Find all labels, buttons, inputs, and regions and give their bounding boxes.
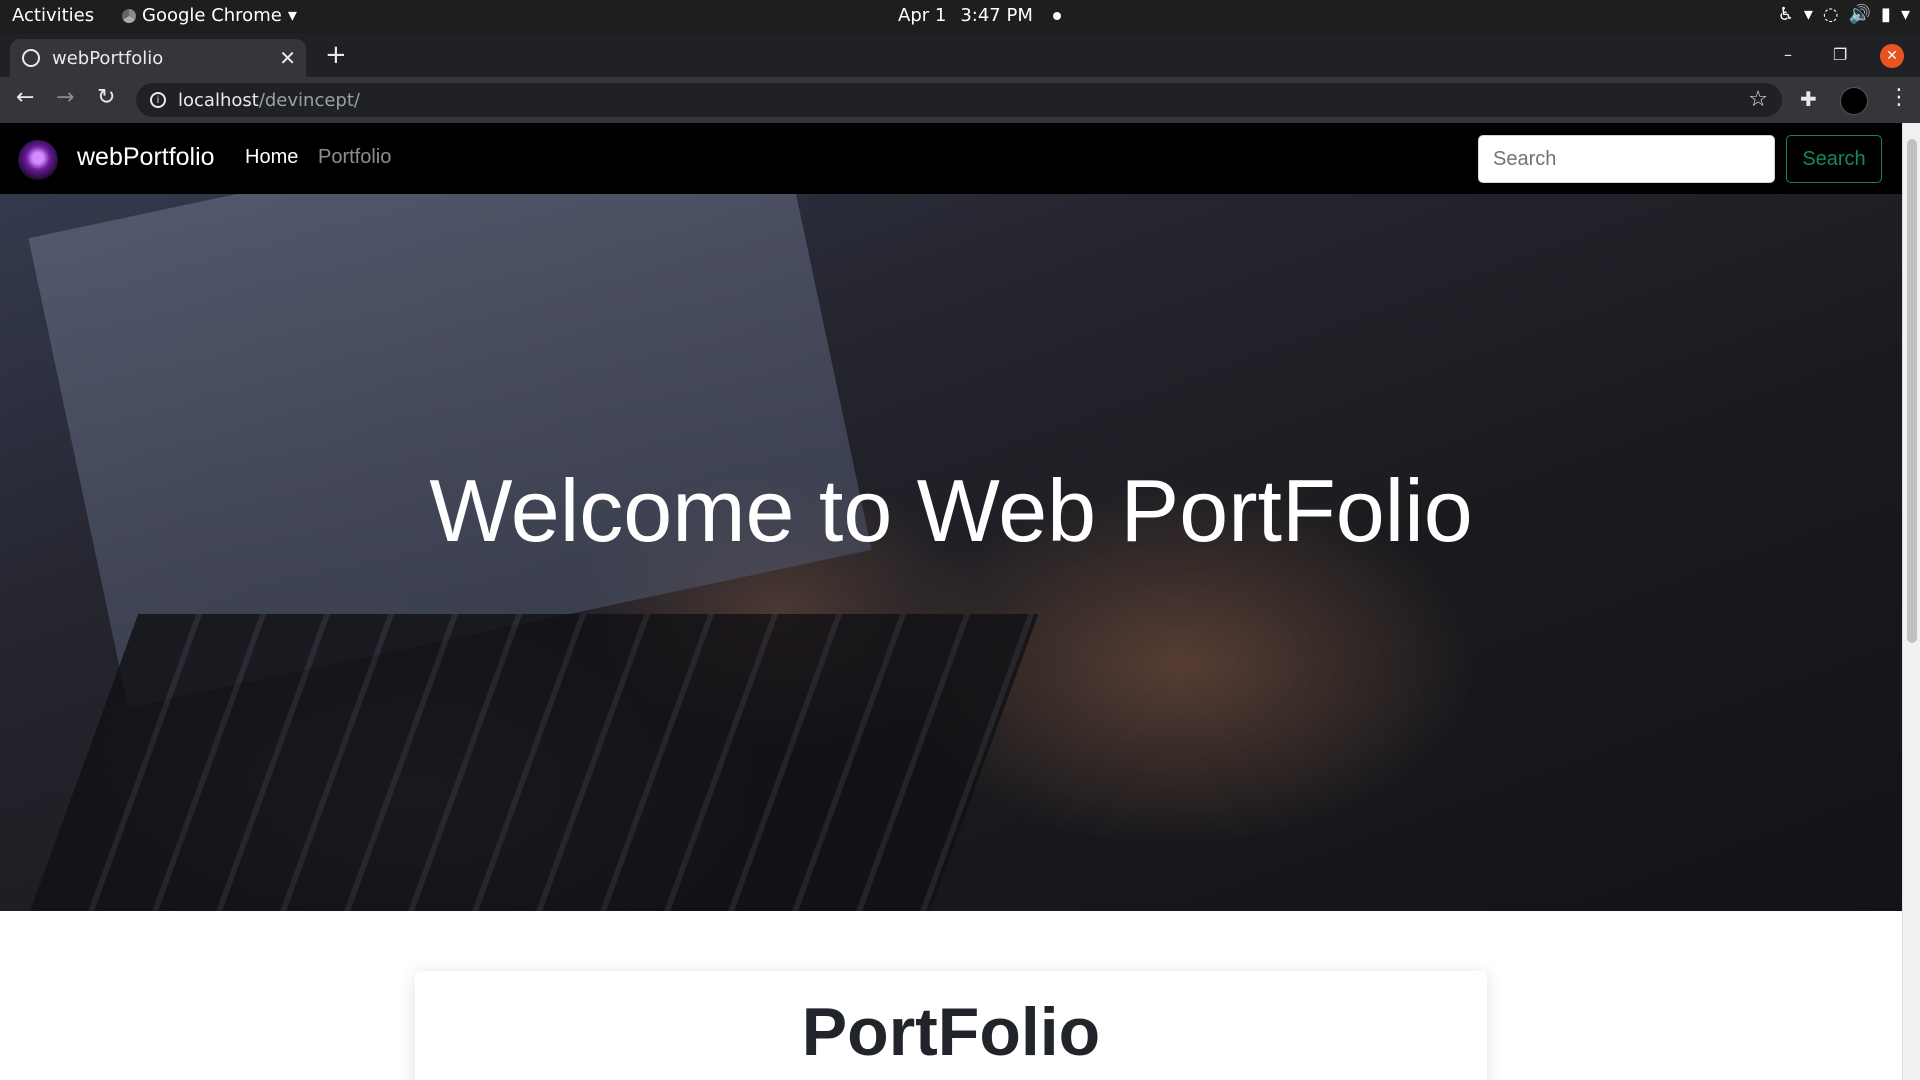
new-tab-button[interactable]: + bbox=[325, 40, 347, 70]
volume-icon: 🔊 bbox=[1848, 4, 1872, 25]
kebab-menu-icon[interactable]: ⋮ bbox=[1888, 85, 1910, 110]
address-bar[interactable]: i localhost /devincept/ ☆ bbox=[136, 83, 1782, 117]
brand-logo[interactable] bbox=[18, 140, 58, 180]
scrollbar-thumb[interactable] bbox=[1907, 139, 1917, 643]
globe-icon bbox=[22, 49, 40, 67]
system-top-bar: Activities Google Chrome ▾ Apr 1 3:47 PM… bbox=[0, 0, 1920, 34]
site-navbar: webPortfolio Home Portfolio Search bbox=[0, 123, 1902, 194]
clock-time: 3:47 PM bbox=[960, 5, 1033, 26]
minimize-button[interactable]: – bbox=[1784, 45, 1792, 64]
hero-title: Welcome to Web PortFolio bbox=[429, 461, 1473, 560]
hero-banner: Welcome to Web PortFolio bbox=[0, 194, 1902, 911]
network-icon: ◌ bbox=[1822, 4, 1839, 25]
app-menu-label: Google Chrome bbox=[142, 5, 282, 26]
reload-button[interactable]: ↻ bbox=[97, 85, 115, 110]
chrome-icon bbox=[122, 8, 136, 23]
star-icon[interactable]: ☆ bbox=[1748, 87, 1768, 112]
url-host: localhost bbox=[178, 89, 259, 111]
nav-link-portfolio[interactable]: Portfolio bbox=[318, 146, 391, 169]
battery-icon: ▮ bbox=[1881, 4, 1891, 25]
activities-button[interactable]: Activities bbox=[12, 5, 94, 26]
window-close-button[interactable]: ✕ bbox=[1880, 44, 1904, 68]
forward-button[interactable]: → bbox=[56, 85, 74, 110]
chevron-down-icon: ▾ bbox=[1803, 4, 1813, 25]
clock-date: Apr 1 bbox=[898, 5, 947, 26]
portfolio-card: PortFolio bbox=[415, 971, 1487, 1080]
nav-link-home[interactable]: Home bbox=[245, 146, 298, 169]
chevron-down-icon: ▾ bbox=[287, 5, 297, 26]
app-menu[interactable]: Google Chrome ▾ bbox=[122, 5, 297, 26]
section-title: PortFolio bbox=[801, 994, 1101, 1070]
search-button[interactable]: Search bbox=[1786, 135, 1882, 183]
maximize-button[interactable]: ❐ bbox=[1833, 45, 1847, 64]
browser-toolbar: ← → ↻ i localhost /devincept/ ☆ ✚ ⋮ bbox=[0, 77, 1920, 123]
notification-dot-icon bbox=[1052, 11, 1061, 20]
clock[interactable]: Apr 1 3:47 PM bbox=[898, 5, 1061, 26]
browser-tab[interactable]: webPortfolio ✕ bbox=[10, 39, 306, 77]
search-input[interactable] bbox=[1478, 135, 1775, 183]
tab-title: webPortfolio bbox=[52, 47, 164, 69]
profile-icon[interactable] bbox=[1840, 87, 1868, 115]
close-tab-icon[interactable]: ✕ bbox=[279, 46, 296, 70]
page-scrollbar[interactable] bbox=[1902, 123, 1920, 1080]
accessibility-icon[interactable]: ♿ bbox=[1778, 4, 1794, 25]
system-tray[interactable]: ♿ ▾ ◌ 🔊 ▮ ▾ bbox=[1778, 4, 1910, 25]
puzzle-icon[interactable]: ✚ bbox=[1800, 87, 1817, 111]
chevron-down-icon: ▾ bbox=[1900, 4, 1910, 25]
page-viewport: webPortfolio Home Portfolio Search Welco… bbox=[0, 123, 1902, 1080]
back-button[interactable]: ← bbox=[16, 85, 34, 110]
url-path: /devincept/ bbox=[258, 89, 360, 111]
info-icon[interactable]: i bbox=[150, 92, 166, 108]
tab-strip: webPortfolio ✕ bbox=[0, 34, 1920, 77]
brand-link[interactable]: webPortfolio bbox=[77, 143, 215, 172]
